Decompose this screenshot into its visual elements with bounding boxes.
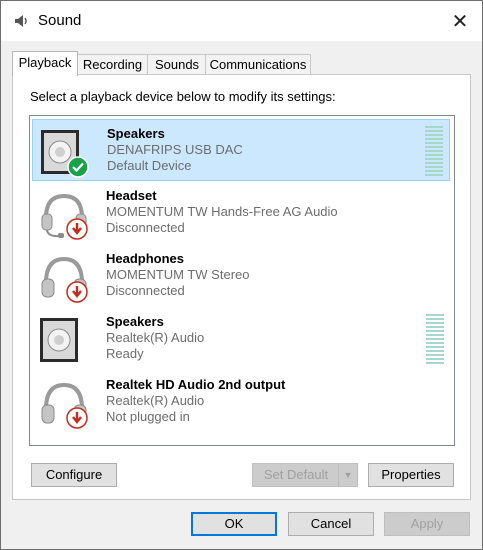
cancel-button[interactable]: Cancel <box>288 512 374 536</box>
sound-dialog: Sound ✕ Playback Recording Sounds Commun… <box>0 0 483 550</box>
device-item-headset[interactable]: Headset MOMENTUM TW Hands-Free AG Audio … <box>32 182 450 244</box>
apply-button[interactable]: Apply <box>384 512 470 536</box>
title-bar: Sound ✕ <box>1 1 482 41</box>
device-description: MOMENTUM TW Stereo <box>106 267 250 282</box>
device-name: Speakers <box>106 314 164 329</box>
tab-sounds[interactable]: Sounds <box>147 54 207 75</box>
default-check-icon <box>67 156 89 178</box>
device-item-realtek-2nd-output[interactable]: Realtek HD Audio 2nd output Realtek(R) A… <box>32 371 450 433</box>
device-status: Not plugged in <box>106 409 190 424</box>
tab-playback[interactable]: Playback <box>12 51 78 76</box>
device-status: Disconnected <box>106 220 185 235</box>
device-text: Headset MOMENTUM TW Hands-Free AG Audio … <box>106 188 338 236</box>
tab-recording[interactable]: Recording <box>76 54 149 75</box>
level-meter <box>425 126 443 178</box>
playback-panel: Select a playback device below to modify… <box>12 74 471 500</box>
device-status: Default Device <box>107 158 192 173</box>
instruction-text: Select a playback device below to modify… <box>30 89 336 104</box>
properties-button[interactable]: Properties <box>368 463 454 487</box>
device-text: Headphones MOMENTUM TW Stereo Disconnect… <box>106 251 250 299</box>
chevron-down-icon[interactable]: ▼ <box>338 464 357 486</box>
disconnected-arrow-icon <box>66 218 88 240</box>
tab-communications[interactable]: Communications <box>205 54 311 75</box>
device-text: Speakers DENAFRIPS USB DAC Default Devic… <box>107 126 243 174</box>
close-icon: ✕ <box>451 10 469 33</box>
device-name: Realtek HD Audio 2nd output <box>106 377 286 392</box>
device-description: Realtek(R) Audio <box>106 330 205 345</box>
device-description: Realtek(R) Audio <box>106 393 205 408</box>
device-status: Ready <box>106 346 144 361</box>
speaker-icon <box>40 318 78 362</box>
set-default-label: Set Default <box>263 467 329 482</box>
device-name: Speakers <box>107 126 165 141</box>
sound-app-icon <box>15 15 27 27</box>
device-list[interactable]: Speakers DENAFRIPS USB DAC Default Devic… <box>29 115 455 446</box>
device-item-speakers-denafrips[interactable]: Speakers DENAFRIPS USB DAC Default Devic… <box>32 119 450 181</box>
window-title: Sound <box>38 12 82 29</box>
set-default-button[interactable]: Set Default ▼ <box>252 463 358 487</box>
device-description: DENAFRIPS USB DAC <box>107 142 243 157</box>
close-button[interactable]: ✕ <box>438 1 482 41</box>
device-name: Headphones <box>106 251 185 266</box>
disconnected-arrow-icon <box>66 281 88 303</box>
unplugged-arrow-icon <box>66 407 88 429</box>
device-status: Disconnected <box>106 283 185 298</box>
ok-button[interactable]: OK <box>191 512 277 536</box>
device-description: MOMENTUM TW Hands-Free AG Audio <box>106 204 338 219</box>
device-name: Headset <box>106 188 157 203</box>
device-item-headphones[interactable]: Headphones MOMENTUM TW Stereo Disconnect… <box>32 245 450 307</box>
device-text: Realtek HD Audio 2nd output Realtek(R) A… <box>106 377 285 425</box>
device-item-speakers-realtek[interactable]: Speakers Realtek(R) Audio Ready <box>32 308 450 370</box>
level-meter <box>426 314 444 366</box>
configure-button[interactable]: Configure <box>31 463 117 487</box>
device-text: Speakers Realtek(R) Audio Ready <box>106 314 204 362</box>
